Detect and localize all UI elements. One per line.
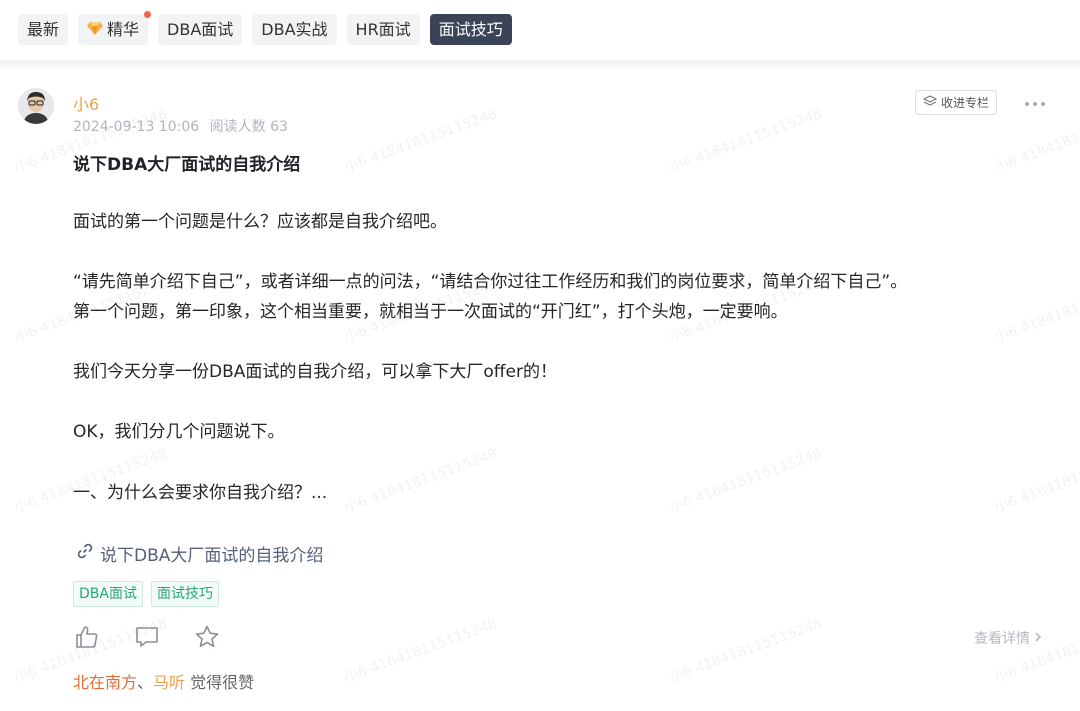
tag-dba-interview[interactable]: DBA面试 [73,581,143,607]
category-tabs: 最新 精华 DBA面试 DBA实战 HR面试 面试技巧 [18,11,512,45]
like-icon[interactable] [74,624,100,650]
paragraph: 我们今天分享一份DBA面试的自我介绍，可以拿下大厂offer的！ [73,362,557,382]
collect-to-column-button[interactable]: 收进专栏 [915,90,997,115]
watermark: 小6 418418115115248 [342,445,500,516]
watermark: 小6 418418115115248 [667,615,825,686]
more-options-icon[interactable] [1024,96,1046,110]
watermark: 小6 418418115115248 [342,615,500,686]
star-icon[interactable] [194,624,220,650]
article-link[interactable]: 说下DBA大厂面试的自我介绍 [76,541,323,566]
likes-summary: 北在南方、马听 觉得很赞 [73,669,254,693]
liker-name[interactable]: 北在南方 [73,673,137,692]
view-count: 阅读人数 63 [209,119,288,135]
link-text: 说下DBA大厂面试的自我介绍 [100,546,324,566]
liker-name[interactable]: 马听 [153,673,185,692]
tab-label: DBA面试 [167,20,234,39]
collect-label: 收进专栏 [940,96,989,110]
post-body: 说下DBA大厂面试的自我介绍 面试的第一个问题是什么？应该都是自我介绍吧。 “请… [73,150,1053,503]
likes-suffix: 觉得很赞 [185,673,255,692]
tag-list: DBA面试 面试技巧 [73,581,219,607]
watermark: 小6 418418115115248 [992,615,1080,686]
tab-interview-tips[interactable]: 面试技巧 [429,14,512,45]
post-actions [74,624,220,650]
tab-dba-practice[interactable]: DBA实战 [252,14,337,45]
view-details-link[interactable]: 查看详情 [974,628,1042,648]
watermark: 小6 418418115115248 [992,445,1080,516]
paragraph: 面试的第一个问题是什么？应该都是自我介绍吧。 [73,212,447,232]
tab-label: DBA实战 [261,20,328,39]
watermark: 小6 418418115115248 [992,275,1080,346]
tab-latest[interactable]: 最新 [18,14,69,45]
tab-label: 面试技巧 [438,20,503,39]
liker-separator: 、 [137,673,154,692]
post-title: 说下DBA大厂面试的自我介绍 [73,155,301,175]
tab-dba-interview[interactable]: DBA面试 [158,14,243,45]
new-dot-badge [144,11,152,18]
paragraph: 第一个问题，第一印象，这个相当重要，就相当于一次面试的“开门红”，打个头炮，一定… [73,302,788,322]
chevron-right-icon [1034,631,1042,647]
detail-label: 查看详情 [974,631,1030,647]
tab-label: 精华 [107,20,140,39]
tag-interview-tips[interactable]: 面试技巧 [150,581,219,607]
comment-icon[interactable] [134,624,160,650]
author-name[interactable]: 小6 [73,91,99,115]
paragraph: “请先简单介绍下自己”，或者详细一点的问法，“请结合你过往工作经历和我们的岗位要… [73,272,908,292]
gem-icon [87,14,104,45]
link-icon [76,542,94,565]
post-meta: 2024-09-13 10:06 阅读人数 63 [73,116,294,136]
tab-label: 最新 [27,20,60,39]
watermark: 小6 418418115115248 [667,445,825,516]
paragraph: OK，我们分几个问题说下。 [73,422,285,442]
section-divider [0,60,1080,68]
avatar[interactable] [18,88,54,124]
tab-hr-interview[interactable]: HR面试 [346,14,420,45]
stack-icon [922,94,938,111]
tab-label: HR面试 [355,20,411,39]
post-date: 2024-09-13 10:06 [73,119,200,135]
paragraph: 一、为什么会要求你自我介绍？... [73,483,328,503]
tab-featured[interactable]: 精华 [78,11,152,45]
